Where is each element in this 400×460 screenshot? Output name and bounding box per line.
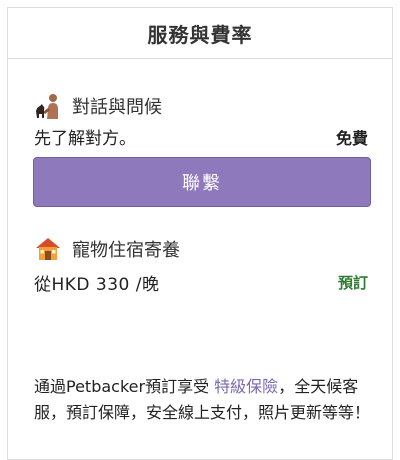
contact-button[interactable]: 聯繫 (33, 157, 371, 207)
chat-description: 先了解對方。 (34, 129, 136, 149)
book-link[interactable]: 預訂 (338, 272, 368, 293)
insurance-info: 通過Petbacker預訂享受 特級保險，全天候客服，預訂保障，安全線上支付，照… (34, 374, 372, 426)
boarding-price: 從HKD 330 /晚 (34, 275, 160, 295)
boarding-title: 寵物住宿寄養 (72, 240, 180, 261)
premium-insurance-link[interactable]: 特級保險 (214, 377, 278, 396)
services-rates-card: 服務與費率 對話與問候 先了解對方。 免費 聯繫 寵物住宿寄養 從HKD 330… (7, 7, 393, 460)
house-icon (34, 235, 62, 263)
chat-section-title: 對話與問候 (34, 92, 162, 120)
chat-title: 對話與問候 (72, 97, 162, 118)
person-with-dog-icon (34, 92, 62, 120)
boarding-row: 從HKD 330 /晚 預訂 (34, 270, 368, 295)
insurance-text-before: 通過Petbacker預訂享受 (34, 377, 215, 396)
card-header: 服務與費率 (8, 8, 392, 59)
chat-price: 免費 (335, 128, 368, 148)
header-title: 服務與費率 (147, 22, 253, 47)
boarding-section-title: 寵物住宿寄養 (34, 235, 180, 263)
chat-row: 先了解對方。 免費 (34, 124, 368, 150)
